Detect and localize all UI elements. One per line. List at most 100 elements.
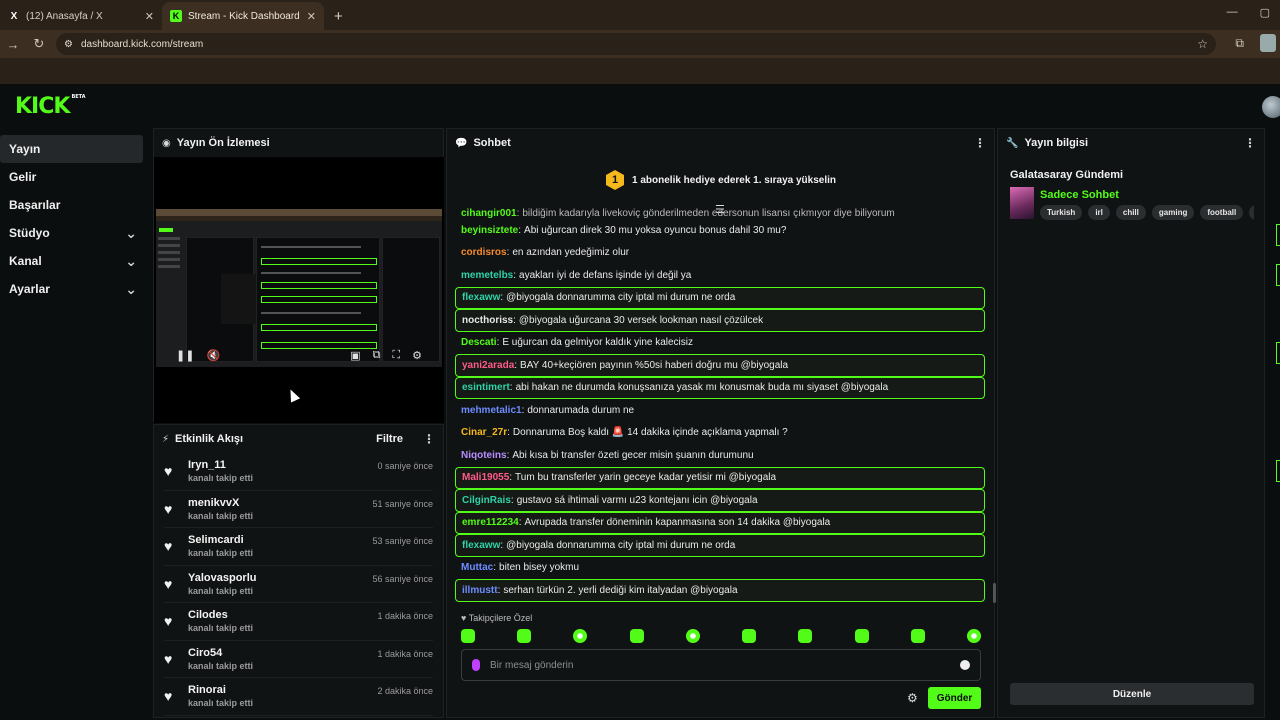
list-item[interactable]: ♥ Yalovasporlu kanalı takip etti 56 saniye … xyxy=(164,566,433,603)
emote-icon[interactable] xyxy=(629,629,644,643)
chat-username[interactable]: nocthoriss xyxy=(462,315,513,326)
chat-username[interactable]: esintimert xyxy=(462,382,510,393)
new-tab-icon[interactable]: + xyxy=(334,2,343,30)
list-item[interactable]: ♥ Iryn_11 kanalı takip etti 0 saniye önce xyxy=(164,453,433,491)
emote-icon[interactable] xyxy=(742,629,757,643)
fullscreen-icon[interactable]: ⛶ xyxy=(392,349,400,362)
browser-profile-icon[interactable] xyxy=(1260,34,1276,52)
sidebar-item-ayarlar[interactable]: Ayarlar ⌄ xyxy=(0,275,143,303)
sidebar-item-studyo[interactable]: Stüdyo ⌄ xyxy=(0,219,143,247)
sidebar-item-kanal[interactable]: Kanal ⌄ xyxy=(0,247,143,275)
chat-username[interactable]: Muttac xyxy=(461,562,493,573)
chat-message[interactable]: mehmetalic1: donnarumada durum ne xyxy=(455,399,985,422)
emote-icon[interactable] xyxy=(966,629,981,643)
tag-chip[interactable]: chill xyxy=(1115,205,1146,220)
microphone-icon[interactable] xyxy=(472,659,480,671)
chat-message[interactable]: illmustt: serhan türkün 2. yerli dediği k… xyxy=(455,579,985,602)
chat-message-input[interactable] xyxy=(490,659,950,671)
emote-icon[interactable] xyxy=(910,629,925,643)
chat-message[interactable]: Descati: E uğurcan da gelmiyor kaldık yin… xyxy=(455,332,985,355)
tag-chip[interactable]: Turkish xyxy=(1040,205,1083,220)
chat-message[interactable]: esintimert: abi hakan ne durumda konuşsan… xyxy=(455,376,985,399)
list-item[interactable]: ♥ Selimcardi kanalı takip etti 53 saniye ön… xyxy=(164,528,433,566)
chat-message[interactable]: beyinsiztete: Abi uğurcan direk 30 mu yok… xyxy=(455,219,985,242)
emote-icon[interactable] xyxy=(461,629,475,643)
list-item[interactable]: ♥ Cilodes kanalı takip etti 1 dakika önce xyxy=(164,603,433,641)
kick-logo[interactable]: KICK BETA xyxy=(15,94,86,119)
chat-username[interactable]: emre112234 xyxy=(462,517,519,528)
chat-username[interactable]: illmustt xyxy=(462,585,498,596)
chat-username[interactable]: Cinar_27r xyxy=(461,427,507,438)
list-item[interactable]: ♥ menikvvX kanalı takip etti 51 saniye önce xyxy=(164,491,433,528)
chat-username[interactable]: yani2arada xyxy=(462,360,514,371)
pause-icon[interactable]: ❚❚ xyxy=(176,349,194,362)
sidebar-item-yayin[interactable]: Yayın xyxy=(0,135,143,163)
chat-username[interactable]: flexaww xyxy=(462,540,500,551)
emote-icon[interactable] xyxy=(573,629,588,643)
chat-username[interactable]: flexaww xyxy=(462,292,500,303)
pinned-gift-banner[interactable]: 1 1 abonelik hediye ederek 1. sıraya yük… xyxy=(447,157,995,203)
chat-username[interactable]: beyinsiztete xyxy=(461,225,518,236)
emote-icon[interactable] xyxy=(685,629,700,643)
chat-username[interactable]: Mali19055 xyxy=(462,472,509,483)
forward-icon[interactable]: → xyxy=(0,37,26,52)
sidebar-item-basarilar[interactable]: Başarılar xyxy=(0,191,143,219)
filter-button[interactable]: Filtre xyxy=(376,433,403,445)
maximize-icon[interactable]: ▢ xyxy=(1260,6,1270,19)
close-icon[interactable]: ✕ xyxy=(145,10,154,23)
list-item[interactable]: ♥ Rinorai kanalı takip etti 2 dakika önce xyxy=(164,678,433,716)
chat-username[interactable]: mehmetalic1 xyxy=(461,405,522,416)
browser-tab-kick[interactable]: K Stream - Kick Dashboard ✕ xyxy=(162,2,324,30)
chat-message[interactable]: flexaww: @biyogala donnarumma city iptal … xyxy=(455,534,985,557)
close-icon[interactable]: ✕ xyxy=(307,10,316,23)
chat-username[interactable]: Niqoteins xyxy=(461,450,507,461)
tag-chip[interactable]: irl xyxy=(1088,205,1110,220)
tag-chip[interactable]: Tur xyxy=(1249,205,1254,220)
chat-username[interactable]: Descati xyxy=(461,337,497,348)
more-options-icon[interactable]: ⋮ xyxy=(1244,136,1256,150)
chat-message[interactable]: Cinar_27r: Donnaruma Boş kaldı 🚨 14 dakik… xyxy=(455,422,985,445)
chat-message[interactable]: Mali19055: Tum bu transferler yarin gecey… xyxy=(455,466,985,489)
emote-icon[interactable] xyxy=(517,629,532,643)
reload-icon[interactable]: ↻ xyxy=(26,36,52,52)
chat-username[interactable]: cordisros xyxy=(461,247,507,258)
more-options-icon[interactable]: ⋮ xyxy=(423,432,435,446)
chat-message[interactable]: Niqoteins: Abi kısa bi transfer özeti gec… xyxy=(455,444,985,467)
site-info-icon[interactable]: ⚙ xyxy=(64,39,73,50)
tag-chip[interactable]: football xyxy=(1200,205,1244,220)
mute-icon[interactable]: 🔇 xyxy=(206,349,220,362)
chat-message[interactable]: emre112234: Avrupada transfer döneminin k… xyxy=(455,511,985,534)
gear-icon[interactable]: ⚙ xyxy=(907,691,918,705)
chat-username[interactable]: memetelbs xyxy=(461,270,513,281)
chat-message[interactable]: memetelbs: ayakları iyi de defans işinde … xyxy=(455,264,985,287)
sidebar-item-gelir[interactable]: Gelir xyxy=(0,163,143,191)
tag-chip[interactable]: gaming xyxy=(1151,205,1195,220)
chat-message[interactable]: Muttac: biten bisey yokmu xyxy=(455,557,985,580)
chat-message[interactable]: CilginRais: gustavo sá ihtimali varmı u23… xyxy=(455,489,985,512)
pip-icon[interactable]: ⧉ xyxy=(373,349,381,362)
chat-message[interactable]: nocthoriss: @biyogala uğurcana 30 versek … xyxy=(455,309,985,332)
emote-icon[interactable] xyxy=(798,629,813,643)
send-button[interactable]: Gönder xyxy=(927,687,982,709)
bookmark-star-icon[interactable]: ☆ xyxy=(1197,37,1208,51)
browser-tab-x[interactable]: X (12) Anasayfa / X ✕ xyxy=(0,2,162,30)
avatar[interactable] xyxy=(1262,96,1280,118)
chat-message[interactable]: yani2arada: BAY 40+keçiören payının %50si… xyxy=(455,354,985,377)
extensions-icon[interactable]: ⧉ xyxy=(1235,36,1244,51)
list-item[interactable]: ♥ Ciro54 kanalı takip etti 1 dakika önce xyxy=(164,641,433,678)
emoji-icon[interactable] xyxy=(960,660,970,670)
settings-icon[interactable]: ⚙ xyxy=(412,349,422,362)
chat-username[interactable]: cihangir001 xyxy=(461,208,517,219)
edit-button[interactable]: Düzenle xyxy=(1010,683,1254,705)
chat-message[interactable]: cihangir001: bildiğim kadarıyla livekoviç… xyxy=(455,207,985,219)
theater-icon[interactable]: ▣ xyxy=(350,349,360,362)
category-name[interactable]: Sadece Sohbet xyxy=(1040,189,1119,201)
more-options-icon[interactable]: ⋮ xyxy=(974,136,986,150)
chat-scrollbar[interactable] xyxy=(993,583,996,603)
emote-icon[interactable] xyxy=(854,629,869,643)
url-field[interactable]: ⚙ dashboard.kick.com/stream ☆ xyxy=(56,33,1216,55)
minimize-icon[interactable]: — xyxy=(1227,6,1238,19)
chat-message[interactable]: cordisros: en azından yedeğimiz olur xyxy=(455,242,985,265)
preview-video[interactable]: ❚❚ 🔇 ▣ ⧉ ⛶ ⚙ xyxy=(154,157,444,423)
chat-username[interactable]: CilginRais xyxy=(462,495,511,506)
